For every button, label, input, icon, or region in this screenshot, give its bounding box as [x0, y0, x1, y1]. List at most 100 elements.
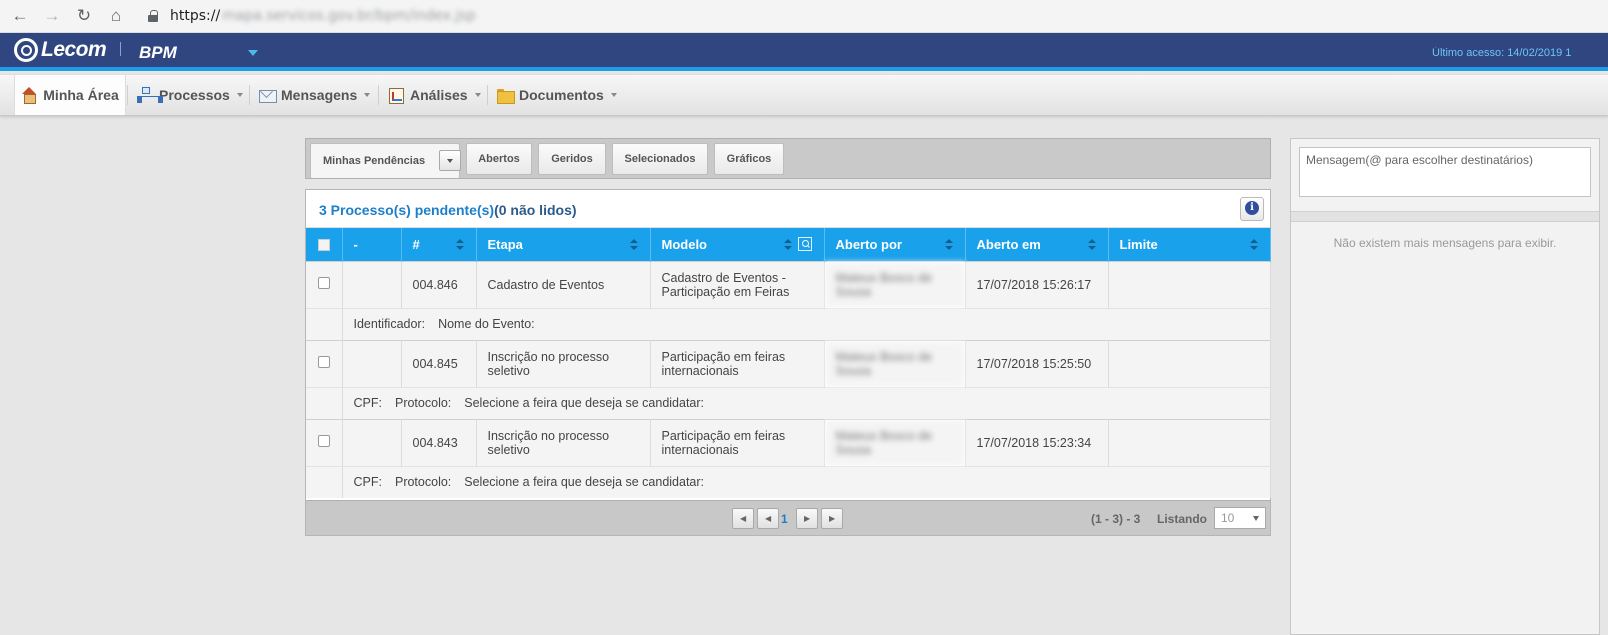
sort-icon[interactable] [1087, 239, 1096, 251]
mail-icon [259, 87, 277, 103]
messages-panel: Mensagem(@ para escolher destinatários) … [1290, 138, 1600, 635]
no-messages-text: Não existem mais mensagens para exibir. [1333, 236, 1557, 250]
sort-icon[interactable] [783, 239, 792, 251]
col-label: # [412, 236, 420, 252]
menu-mensagens[interactable]: Mensagens [259, 75, 371, 115]
detail-fields: CPF: Protocolo: Selecione a feira que dese… [342, 386, 1271, 419]
table-row-details: CPF: Protocolo: Selecione a feira que dese… [306, 386, 1271, 419]
number-cell[interactable]: 004.846 [401, 260, 477, 308]
current-page[interactable]: 1 [781, 512, 788, 526]
col-header-etapa[interactable]: Etapa [476, 228, 651, 261]
menu-divider [127, 85, 128, 105]
sort-icon[interactable] [455, 239, 464, 251]
etapa-cell[interactable]: Inscrição no processo seletivo [476, 418, 651, 466]
col-header-limite[interactable]: Limite [1108, 228, 1271, 261]
aberto-em-cell: 17/07/2018 15:26:17 [965, 260, 1109, 308]
prev-page-button[interactable]: ◀ [757, 508, 779, 529]
detail-field: Selecione a feira que deseja se candidat… [464, 475, 705, 490]
etapa-cell[interactable]: Inscrição no processo seletivo [476, 339, 651, 387]
grid-title: 3 Processo(s) pendente(s)(0 não lidos) [319, 202, 577, 218]
col-header-modelo[interactable]: Modelo [650, 228, 825, 261]
last-page-button[interactable]: ▶ [821, 508, 843, 529]
column-search-icon[interactable] [797, 237, 812, 251]
row-checkbox[interactable] [317, 277, 330, 289]
tab-label: Geridos [551, 153, 593, 165]
next-page-button[interactable]: ▶ [796, 508, 818, 529]
row-select-cell[interactable] [306, 339, 343, 387]
col-label: Aberto por [835, 236, 902, 252]
menu-divider [487, 85, 488, 105]
sort-icon[interactable] [629, 239, 638, 251]
logo-text: Lecom [41, 38, 107, 61]
row-select-cell[interactable] [306, 418, 343, 466]
back-arrow-icon[interactable]: ← [8, 4, 32, 28]
tab-abertos[interactable]: Abertos [466, 143, 532, 175]
listing-label: Listando [1157, 512, 1207, 526]
app-switcher-chevron-icon[interactable] [248, 50, 258, 56]
col-header-aberto-por[interactable]: Aberto por [824, 228, 966, 261]
dash-cell [342, 260, 402, 308]
menu-label: Minha Área [43, 87, 119, 103]
tab-dropdown-chevron-icon[interactable] [439, 150, 461, 171]
table-row[interactable]: 004.843 Inscrição no processo seletivo P… [306, 418, 1271, 466]
tab-minhas-pendencias[interactable]: Minhas Pendências [310, 143, 461, 178]
first-page-icon: ◀ [740, 514, 747, 523]
col-label: Limite [1119, 236, 1158, 252]
sort-icon[interactable] [944, 239, 953, 251]
modelo-cell[interactable]: Cadastro de Eventos - Participação em Fe… [650, 260, 825, 308]
page-size-select[interactable]: 10 [1214, 507, 1266, 529]
sort-icon[interactable] [1249, 239, 1258, 251]
info-icon[interactable] [1240, 197, 1264, 221]
aberto-por-cell: Mateus Bosco de Sousa [824, 418, 966, 466]
chevron-down-icon [236, 93, 243, 97]
tab-geridos[interactable]: Geridos [538, 143, 606, 175]
tab-label: Abertos [478, 153, 520, 165]
col-header-number[interactable]: # [401, 228, 477, 261]
select-all-checkbox[interactable] [317, 239, 330, 252]
tab-selecionados[interactable]: Selecionados [612, 143, 708, 175]
url-scheme: https:// [170, 8, 221, 24]
menu-label: Processos [159, 87, 230, 103]
forward-arrow-icon[interactable]: → [40, 4, 64, 28]
number-cell[interactable]: 004.843 [401, 418, 477, 466]
home-nav-icon[interactable]: ⌂ [104, 4, 128, 28]
table-row[interactable]: 004.845 Inscrição no processo seletivo P… [306, 339, 1271, 387]
limite-cell [1108, 418, 1271, 466]
etapa-cell[interactable]: Cadastro de Eventos [476, 260, 651, 308]
aberto-por-cell: Mateus Bosco de Sousa [824, 339, 966, 387]
modelo-cell[interactable]: Participação em feiras internacionais [650, 339, 825, 387]
col-header-dash[interactable]: - [342, 228, 402, 261]
row-checkbox[interactable] [317, 356, 330, 368]
aberto-em-cell: 17/07/2018 15:23:34 [965, 418, 1109, 466]
menu-documentos[interactable]: Documentos [497, 75, 617, 115]
col-label: Modelo [661, 236, 708, 252]
table-row[interactable]: 004.846 Cadastro de Eventos Cadastro de … [306, 260, 1271, 308]
menu-divider [378, 85, 379, 105]
reload-icon[interactable]: ↻ [72, 4, 96, 28]
select-all-header[interactable] [306, 228, 343, 261]
chart-icon [388, 87, 404, 104]
col-header-aberto-em[interactable]: Aberto em [965, 228, 1109, 261]
last-access-text: Último acesso: 14/02/2019 1 [1432, 47, 1572, 59]
lecom-logo[interactable]: Lecom [14, 38, 107, 62]
detail-field: CPF: [353, 396, 382, 410]
modelo-cell[interactable]: Participação em feiras internacionais [650, 418, 825, 466]
tab-graficos[interactable]: Gráficos [714, 143, 784, 175]
address-bar[interactable]: https:// mapa.servicos.gov.br/bpm/index.… [148, 8, 476, 24]
number-cell[interactable]: 004.845 [401, 339, 477, 387]
url-path: mapa.servicos.gov.br/bpm/index.jsp [222, 8, 476, 24]
app-title: BPM [139, 43, 177, 62]
message-input[interactable]: Mensagem(@ para escolher destinatários) [1299, 147, 1591, 197]
menu-analises[interactable]: Análises [388, 75, 481, 115]
chevron-down-icon [364, 93, 371, 97]
first-page-button[interactable]: ◀ [732, 508, 754, 529]
col-label: Etapa [487, 236, 523, 252]
menu-processos[interactable]: Processos [137, 75, 243, 115]
row-select-cell[interactable] [306, 260, 343, 308]
process-table: - # Etapa Modelo Aberto por Aberto em Li… [306, 228, 1271, 498]
row-checkbox[interactable] [317, 435, 330, 447]
menu-minha-area[interactable]: Minha Área [14, 75, 126, 115]
chevron-down-icon [474, 93, 481, 97]
record-range: (1 - 3) - 3 [1091, 512, 1141, 526]
tab-label: Gráficos [726, 153, 772, 165]
